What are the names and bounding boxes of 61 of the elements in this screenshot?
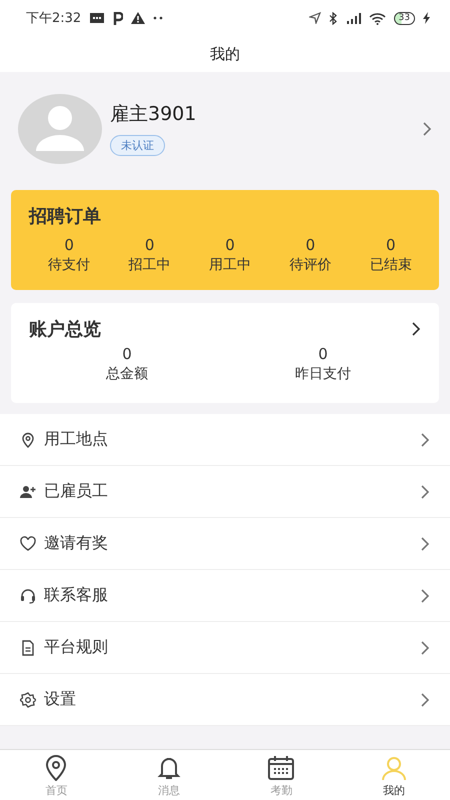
chevron-right-icon [420,536,430,552]
chevron-right-icon [420,692,430,708]
status-time: 下午2:32 [26,10,82,27]
tab-item[interactable]: 我的 [338,750,450,800]
stat-value: 0 [144,236,154,254]
stat-label[interactable]: 用工中 [209,256,252,274]
stat-label[interactable]: 待支付 [48,256,90,274]
profile-row[interactable]: 雇主3901 未认证 [18,94,432,164]
stat-value: 0 [386,236,396,254]
menu-label: 设置 [44,689,77,710]
chevron-right-icon [420,640,430,656]
stat-value: 0 [318,345,328,363]
stat-label[interactable]: 招工中 [128,256,171,274]
avatar-icon [18,94,102,164]
bluetooth-icon [328,12,337,24]
wifi-icon [368,12,386,24]
settings-icon [20,692,36,708]
document-icon [20,640,36,656]
stat-label[interactable]: 待评价 [289,256,332,274]
location-arrow-icon [308,12,321,24]
location-pin-icon [20,432,36,448]
stat-label: 昨日支付 [295,365,351,383]
headset-icon [20,588,36,604]
calendar-icon [267,754,296,780]
stat-value: 0 [225,236,235,254]
stat-value: 0 [122,345,132,363]
menu-item[interactable]: 已雇员工 [0,466,450,518]
more-dots-icon [153,16,164,20]
menu-label: 已雇员工 [44,481,109,502]
charging-icon [423,12,430,24]
menu-item[interactable]: 设置 [0,674,450,726]
stat-value: 0 [64,236,74,254]
menu-item[interactable]: 邀请有奖 [0,518,450,570]
section-title: 招聘订单 [29,205,102,228]
chevron-right-icon [411,321,421,337]
menu-label: 联系客服 [44,585,109,606]
menu-item[interactable]: 用工地点 [0,414,450,466]
menu-label: 平台规则 [44,637,109,658]
chevron-right-icon [420,484,430,500]
message-icon [89,12,106,24]
chevron-right-icon [420,588,430,604]
warning-icon [131,12,146,24]
stat-label[interactable]: 已结束 [370,256,412,274]
menu-item[interactable]: 平台规则 [0,622,450,674]
menu-label: 用工地点 [44,429,109,450]
stat-value: 0 [306,236,316,254]
menu-label: 邀请有奖 [44,533,109,554]
add-user-icon [20,484,36,500]
chevron-right-icon [422,120,432,136]
user-name: 雇主3901 [110,102,196,127]
section-title: 账户总览 [29,318,101,341]
signal-icon [344,12,361,24]
parking-icon [113,12,124,24]
user-icon [380,754,407,780]
stat-label: 总金额 [106,365,148,383]
menu-item[interactable]: 联系客服 [0,570,450,622]
battery-indicator: 33 [394,12,415,24]
page-title: 我的 [210,44,240,64]
heart-icon [20,536,36,552]
chevron-right-icon [420,432,430,448]
verification-badge: 未认证 [110,135,165,156]
